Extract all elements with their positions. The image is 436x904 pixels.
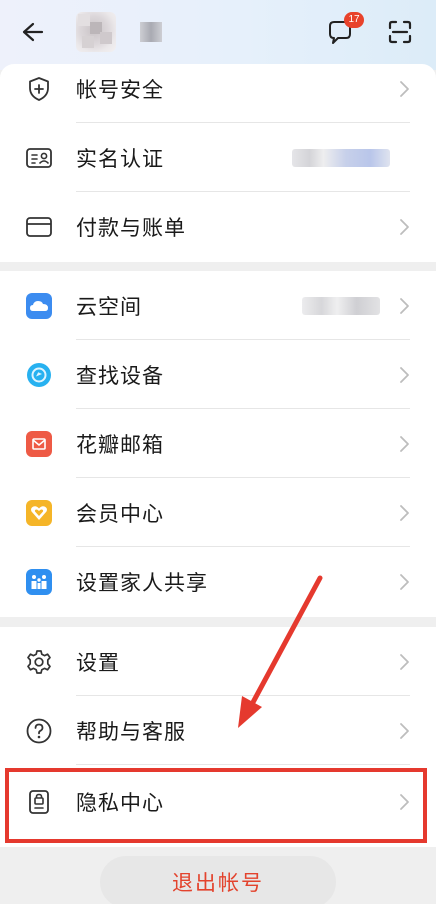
- row-settings[interactable]: 设置: [0, 627, 436, 696]
- shield-plus-icon: [24, 74, 54, 104]
- row-label: 实名认证: [76, 146, 164, 171]
- cloud-space-value-blurred: [302, 296, 380, 315]
- logout-button[interactable]: 退出帐号: [100, 856, 336, 904]
- help-icon: [24, 716, 54, 746]
- row-member-center[interactable]: 会员中心: [0, 478, 436, 547]
- chevron-right-icon: [400, 793, 409, 810]
- row-label: 花瓣邮箱: [76, 432, 164, 457]
- row-privacy-center[interactable]: 隐私中心: [0, 767, 436, 836]
- row-label: 云空间: [76, 294, 142, 319]
- row-petal-mail[interactable]: 花瓣邮箱: [0, 409, 436, 478]
- chevron-right-icon: [400, 435, 409, 452]
- security-section: 帐号安全 实名认证 付款与账单: [0, 64, 436, 262]
- row-label: 会员中心: [76, 501, 164, 526]
- row-label: 查找设备: [76, 363, 164, 388]
- scan-button[interactable]: [382, 14, 418, 50]
- row-label: 设置家人共享: [76, 570, 208, 595]
- row-real-name[interactable]: 实名认证: [0, 123, 436, 192]
- divider: [76, 764, 410, 765]
- account-screen: 17 帐号安全 实名认证 付款与账单 云空间 查找设备 花瓣邮箱 会员中心 设置…: [0, 0, 436, 904]
- row-help-service[interactable]: 帮助与客服: [0, 696, 436, 765]
- row-account-security[interactable]: 帐号安全: [0, 54, 436, 123]
- cloud-icon: [24, 291, 54, 321]
- chevron-right-icon: [400, 218, 409, 235]
- row-payment-billing[interactable]: 付款与账单: [0, 192, 436, 261]
- messages-button[interactable]: 17: [322, 12, 364, 50]
- family-icon: [24, 567, 54, 597]
- row-family-sharing[interactable]: 设置家人共享: [0, 547, 436, 616]
- account-name-blurred: [140, 22, 162, 42]
- vip-heart-icon: [24, 498, 54, 528]
- chevron-right-icon: [400, 653, 409, 670]
- privacy-icon: [24, 787, 54, 817]
- chevron-right-icon: [400, 722, 409, 739]
- chevron-right-icon: [400, 504, 409, 521]
- avatar[interactable]: [76, 12, 116, 52]
- services-section: 云空间 查找设备 花瓣邮箱 会员中心 设置家人共享: [0, 271, 436, 617]
- row-find-device[interactable]: 查找设备: [0, 340, 436, 409]
- card-icon: [24, 212, 54, 242]
- settings-section: 设置 帮助与客服 隐私中心: [0, 627, 436, 847]
- back-button[interactable]: [12, 14, 48, 50]
- row-label: 设置: [76, 650, 120, 675]
- id-card-icon: [24, 143, 54, 173]
- back-arrow-icon: [22, 22, 44, 42]
- chevron-right-icon: [400, 573, 409, 590]
- message-count-badge: 17: [344, 12, 364, 28]
- chevron-right-icon: [400, 80, 409, 97]
- row-label: 帐号安全: [76, 77, 164, 102]
- row-cloud-space[interactable]: 云空间: [0, 271, 436, 340]
- gear-icon: [24, 647, 54, 677]
- mail-icon: [24, 429, 54, 459]
- row-label: 隐私中心: [76, 790, 164, 815]
- row-label: 付款与账单: [76, 215, 186, 240]
- chevron-right-icon: [400, 366, 409, 383]
- real-name-value-blurred: [292, 148, 390, 167]
- scan-icon: [388, 20, 412, 44]
- chevron-right-icon: [400, 297, 409, 314]
- row-label: 帮助与客服: [76, 719, 186, 744]
- find-device-icon: [24, 360, 54, 390]
